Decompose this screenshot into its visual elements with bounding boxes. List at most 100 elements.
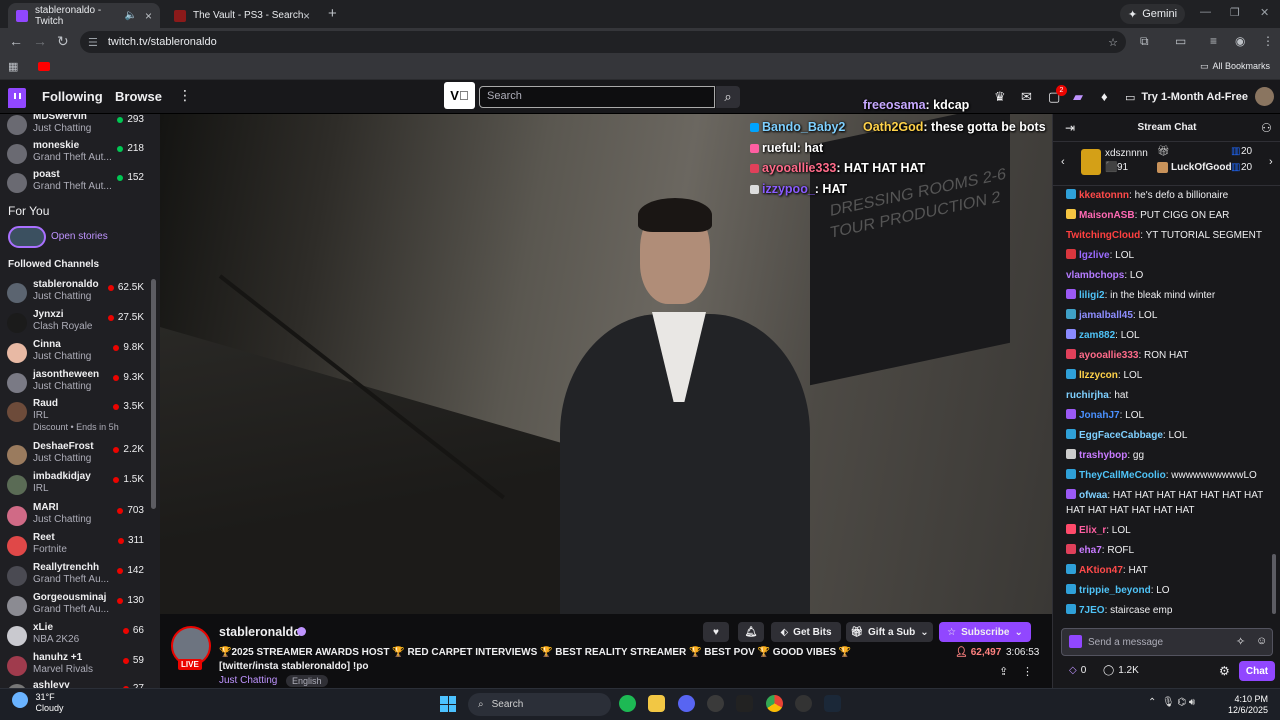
sidebar-channel[interactable]: Reet Fortnite 311	[0, 532, 152, 562]
sidebar-channel[interactable]: Gorgeousminaj Grand Theft Au... 130	[0, 592, 152, 622]
chat-message[interactable]: lIzzycon: LOL	[1066, 368, 1271, 383]
chat-message[interactable]: lgzlive: LOL	[1066, 248, 1271, 263]
chat-username[interactable]: trashybop	[1079, 450, 1127, 461]
chat-message[interactable]: kkeatonnn: he's defo a billionaire	[1066, 188, 1271, 203]
chat-message[interactable]: jamalball45: LOL	[1066, 308, 1271, 323]
channel-points-secondary[interactable]: ◯ 1.2K	[1103, 665, 1139, 676]
chat-message[interactable]: TwitchingCloud: YT TUTORIAL SEGMENT	[1066, 228, 1271, 243]
sidebar-channel[interactable]: Cinna Just Chatting 9.8K	[0, 339, 152, 369]
chat-message[interactable]: trashybop: gg	[1066, 448, 1271, 463]
open-stories-link[interactable]: Open stories	[51, 231, 108, 242]
tab-the-vault[interactable]: The Vault - PS3 - Search Results ×	[166, 3, 318, 28]
minimize-icon[interactable]: —	[1200, 6, 1211, 18]
share-icon[interactable]: ⇪	[999, 665, 1008, 678]
chat-username[interactable]: Elix_r	[1079, 525, 1106, 536]
chrome-icon[interactable]	[766, 695, 783, 712]
tab-twitch[interactable]: stableronaldo - Twitch 🔈 ×	[8, 3, 160, 28]
gift-sub-button[interactable]: 🎁︎ Gift a Sub ⌄	[846, 622, 933, 642]
follow-heart-button[interactable]: ♥	[703, 622, 729, 642]
extension-logo-icon[interactable]: V⃞	[444, 82, 475, 109]
sidebar-channel[interactable]: Reallytrenchh Grand Theft Au... 142	[0, 562, 152, 592]
chat-message[interactable]: JonahJ7: LOL	[1066, 408, 1271, 423]
chat-username[interactable]: AKtion47	[1079, 565, 1123, 576]
close-window-icon[interactable]: ✕	[1260, 6, 1269, 19]
chat-message[interactable]: eha7: ROFL	[1066, 543, 1271, 558]
inbox-icon[interactable]: ✉	[1021, 89, 1032, 105]
chat-message[interactable]: AKtion47: HAT	[1066, 563, 1271, 578]
sidebar-channel[interactable]: poast Grand Theft Aut... 152	[0, 169, 152, 199]
sidebar-channel[interactable]: Jynxzi Clash Royale 27.5K	[0, 309, 152, 339]
sidebar-channel[interactable]: hanuhz +1 Marvel Rivals 59	[0, 652, 152, 682]
chat-message[interactable]: MaisonASB: PUT CIGG ON EAR	[1066, 208, 1271, 223]
gemini-button[interactable]: ✦ Gemini	[1120, 4, 1186, 24]
chat-username[interactable]: zam882	[1079, 330, 1115, 341]
subscribe-button[interactable]: ☆ Subscribe ⌄	[939, 622, 1031, 642]
chat-message[interactable]: 7JEO: staircase emp	[1066, 603, 1271, 618]
ad-free-button[interactable]: ▭ Try 1-Month Ad-Free	[1125, 86, 1248, 108]
restore-icon[interactable]: ❐	[1230, 6, 1240, 19]
forward-icon[interactable]: →	[33, 33, 47, 49]
chat-send-button[interactable]: Chat	[1239, 661, 1275, 681]
site-info-icon[interactable]: ☰	[88, 36, 98, 49]
video-player[interactable]: DRESSING ROOMS 2-6 TOUR PRODUCTION 2 Ban…	[160, 114, 1052, 614]
new-tab-button[interactable]: +	[328, 5, 337, 22]
chat-username[interactable]: eha7	[1079, 545, 1102, 556]
chat-username[interactable]: ruchirjha	[1066, 390, 1109, 401]
all-bookmarks-button[interactable]: ▭ All Bookmarks	[1200, 61, 1270, 72]
prime-loot-icon[interactable]: ▰	[1073, 89, 1083, 105]
chat-username[interactable]: 7JEO	[1079, 605, 1105, 616]
chat-message[interactable]: ofwaa: HAT HAT HAT HAT HAT HAT HAT HAT H…	[1066, 488, 1271, 518]
chat-username[interactable]: TwitchingCloud	[1066, 230, 1140, 241]
sidebar-channel[interactable]: xLie NBA 2K26 66	[0, 622, 152, 652]
file-explorer-icon[interactable]	[648, 695, 665, 712]
apps-grid-icon[interactable]: ▦	[8, 60, 18, 73]
chat-username[interactable]: lgzlive	[1079, 250, 1110, 261]
sidebar-channel[interactable]: DeshaeFrost Just Chatting 2.2K	[0, 441, 152, 471]
sidebar-channel[interactable]: imbadkidjay IRL 1.5K	[0, 471, 152, 501]
chat-message[interactable]: Elix_r: LOL	[1066, 523, 1271, 538]
browser-menu-icon[interactable]: ⋮	[1262, 34, 1274, 48]
bookmark-star-icon[interactable]: ☆	[1108, 36, 1118, 49]
chat-message[interactable]: EggFaceCabbage: LOL	[1066, 428, 1271, 443]
sidebar-channel[interactable]: MARI Just Chatting 703	[0, 502, 152, 532]
community-icon[interactable]: ⚇	[1261, 121, 1272, 135]
bits-button-icon[interactable]	[1069, 635, 1082, 648]
more-options-icon[interactable]: ⋮	[178, 87, 192, 104]
notifications-bell-button[interactable]: 🔔︎	[738, 622, 764, 642]
sidebar-channel[interactable]: Raud IRL 3.5K Discount • Ends in 5h	[0, 398, 152, 432]
chat-message[interactable]: vlambchops: LO	[1066, 268, 1271, 283]
channel-name[interactable]: stableronaldo	[219, 625, 301, 639]
chat-username[interactable]: MaisonASB	[1079, 210, 1135, 221]
search-input[interactable]: Search	[479, 86, 715, 108]
chat-username[interactable]: TheyCallMeCoolio	[1079, 470, 1166, 481]
system-tray[interactable]: ⌃ 🎙︎ ⌬ 🔊︎	[1148, 697, 1195, 708]
user-avatar[interactable]	[1255, 87, 1274, 106]
reading-list-icon[interactable]: ≡	[1210, 34, 1217, 48]
channel-points[interactable]: ◇ 0	[1069, 665, 1086, 676]
chat-username[interactable]: liligi2	[1079, 290, 1105, 301]
chevron-left-icon[interactable]: ‹	[1061, 156, 1065, 168]
chat-username[interactable]: vlambchops	[1066, 270, 1124, 281]
sidebar-channel[interactable]: moneskie Grand Theft Aut... 218	[0, 140, 152, 170]
chat-input[interactable]: Send a message ✧ ☺	[1061, 628, 1273, 656]
chat-username[interactable]: jamalball45	[1079, 310, 1133, 321]
chat-username[interactable]: EggFaceCabbage	[1079, 430, 1163, 441]
sidebar-channel[interactable]: jasontheween Just Chatting 9.3K	[0, 369, 152, 399]
cast-icon[interactable]: ▭	[1175, 34, 1186, 48]
steam-icon[interactable]	[824, 695, 841, 712]
chat-username[interactable]: kkeatonnn	[1079, 190, 1129, 201]
chevron-right-icon[interactable]: ›	[1269, 156, 1273, 168]
taskbar-search[interactable]: ⌕ Search	[468, 693, 611, 716]
magic-icon[interactable]: ✧	[1236, 635, 1245, 648]
chat-message[interactable]: liligi2: in the bleak mind winter	[1066, 288, 1271, 303]
close-tab-icon[interactable]: ×	[303, 9, 310, 23]
sidebar-channel[interactable]: ashleyy27	[0, 680, 152, 688]
chat-message[interactable]: TheyCallMeCoolio: wwwwwwwwwwLO	[1066, 468, 1271, 483]
profile-icon[interactable]: ◉	[1235, 34, 1245, 48]
close-tab-icon[interactable]: ×	[145, 9, 152, 23]
app-icon[interactable]	[795, 695, 812, 712]
clock[interactable]: 4:10 PM 12/6/2025	[1228, 694, 1268, 716]
chat-message[interactable]: zam882: LOL	[1066, 328, 1271, 343]
chat-scrollbar[interactable]	[1272, 554, 1276, 614]
browse-link[interactable]: Browse	[115, 89, 162, 104]
